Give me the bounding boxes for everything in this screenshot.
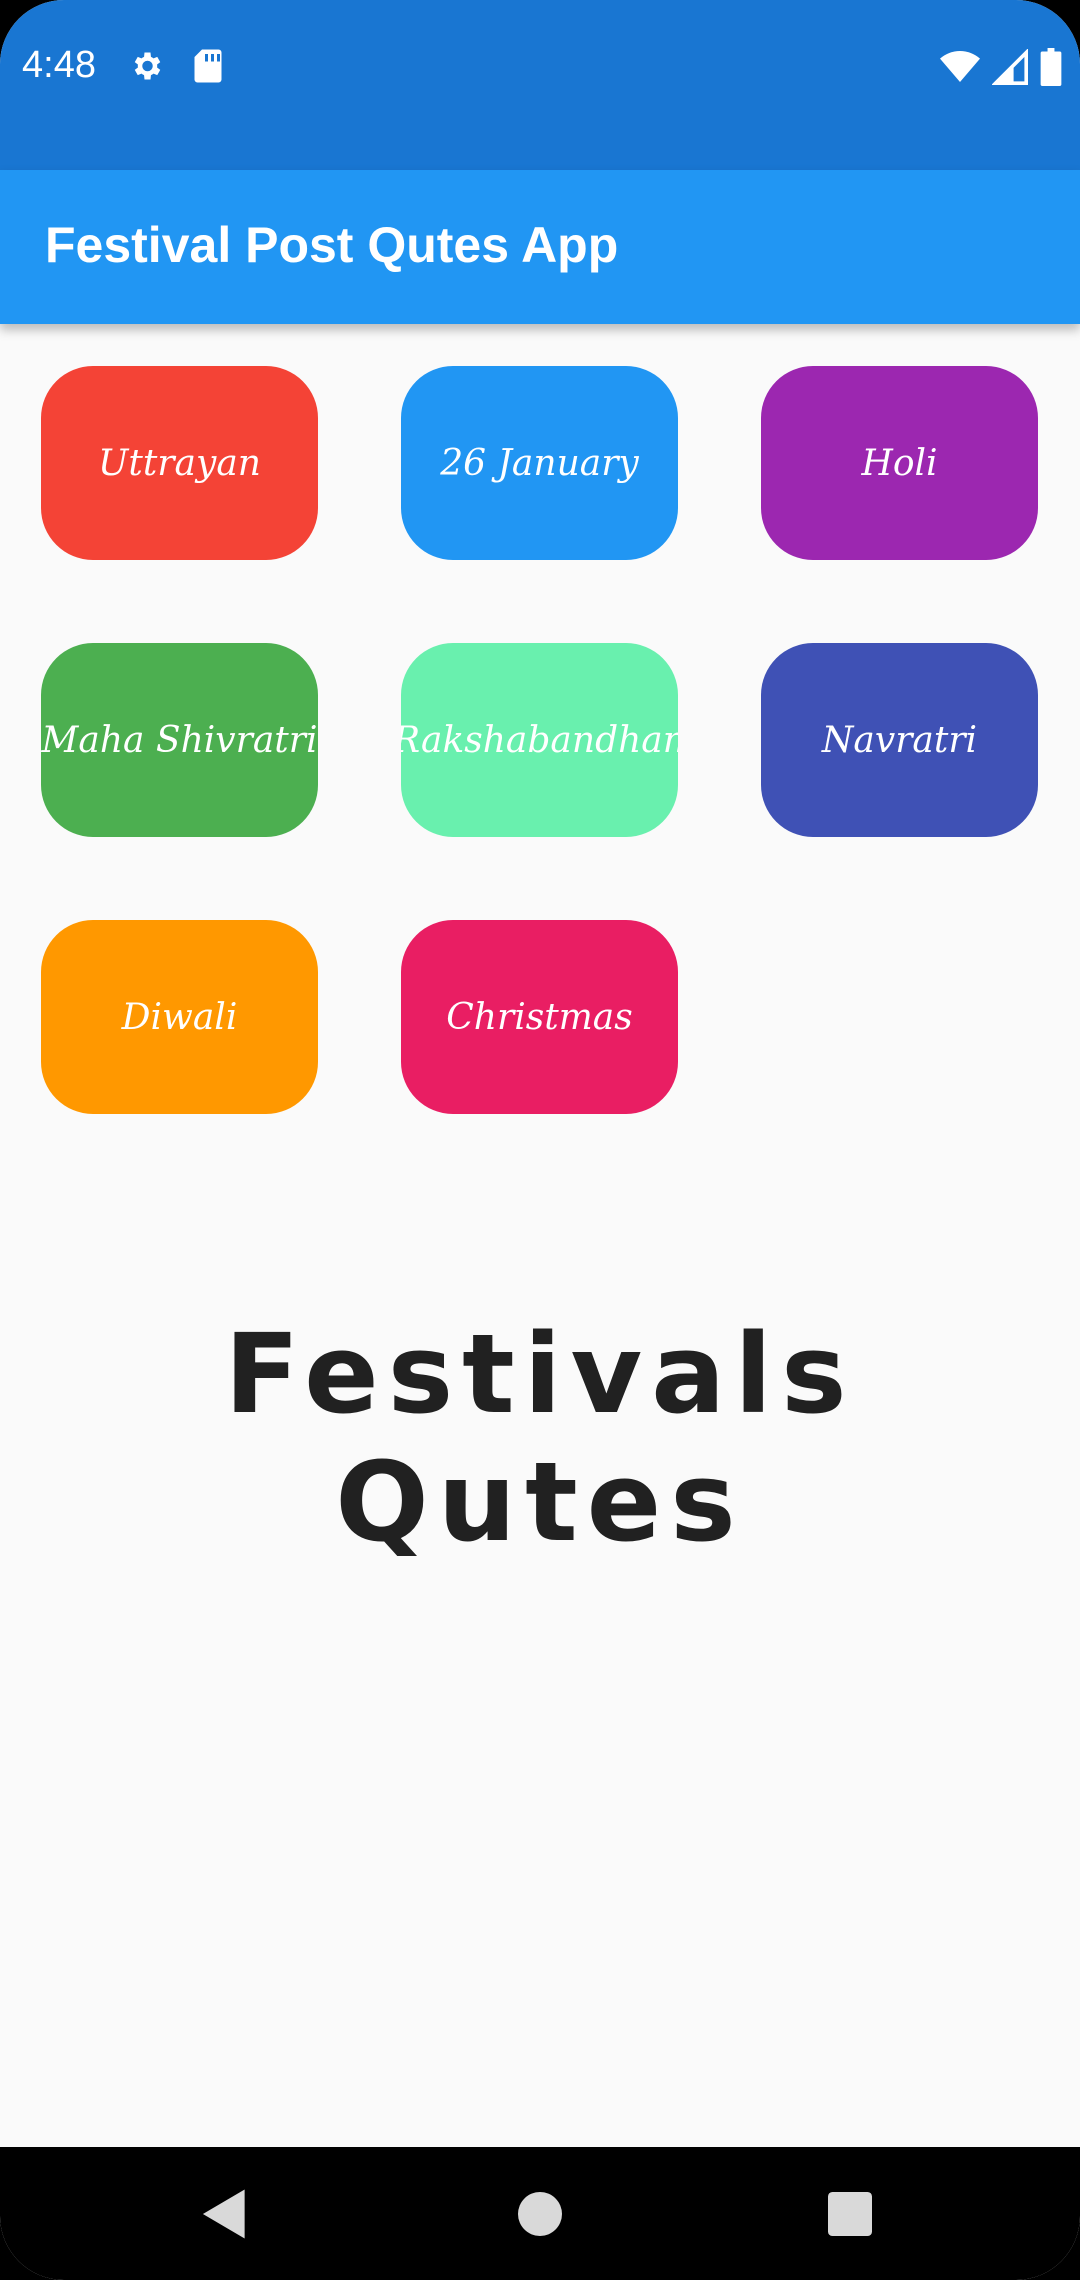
status-bar: 4:48 <box>0 0 1080 170</box>
festival-button-holi[interactable]: Holi <box>761 366 1038 560</box>
festival-button-uttrayan[interactable]: Uttrayan <box>41 366 318 560</box>
festival-button-26-january[interactable]: 26 January <box>401 366 678 560</box>
app-bar: Festival Post Qutes App <box>0 170 1080 324</box>
navigation-bar <box>0 2147 1080 2280</box>
sd-card-icon <box>192 48 224 89</box>
battery-icon <box>1040 48 1062 91</box>
app-screen: 4:48 Festival Post Qutes App Uttrayan 26… <box>0 0 1080 2280</box>
app-title: Festival Post Qutes App <box>45 217 619 273</box>
gear-icon <box>128 48 164 89</box>
festival-button-navratri[interactable]: Navratri <box>761 643 1038 837</box>
festival-button-rakshabandhan[interactable]: Rakshabandhan <box>401 643 678 837</box>
festival-button-christmas[interactable]: Christmas <box>401 920 678 1114</box>
recents-icon[interactable] <box>828 2187 872 2246</box>
signal-icon <box>991 48 1028 90</box>
wifi-icon <box>940 49 980 90</box>
festival-button-maha-shivratri[interactable]: Maha Shivratri <box>41 643 318 837</box>
festival-grid: Uttrayan 26 January Holi Maha Shivratri … <box>41 366 1039 1114</box>
status-time: 4:48 <box>22 44 96 86</box>
back-icon[interactable] <box>200 2187 250 2246</box>
home-icon[interactable] <box>518 2187 562 2246</box>
page-headline: Festivals Qutes <box>224 1310 856 1566</box>
festival-button-diwali[interactable]: Diwali <box>41 920 318 1114</box>
